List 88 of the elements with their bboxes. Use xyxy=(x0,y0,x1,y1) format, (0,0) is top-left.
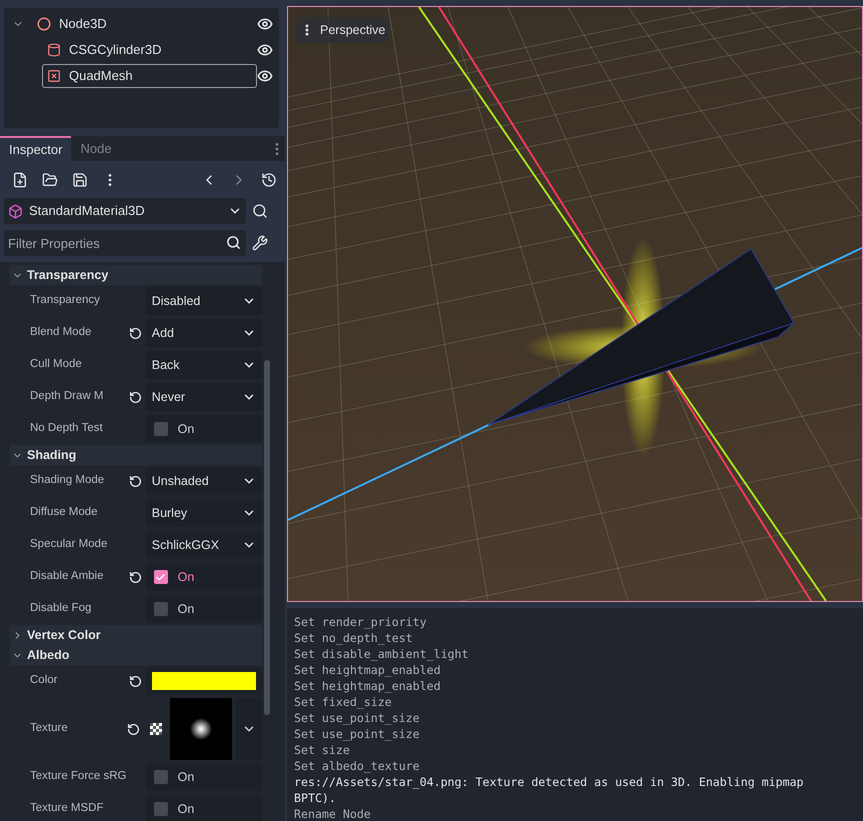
property-label: Texture MSDF xyxy=(30,801,104,816)
console-line: Set no_depth_test xyxy=(294,630,413,646)
save-icon[interactable] xyxy=(72,172,88,188)
property-label: Depth Draw M xyxy=(30,389,104,404)
console-line: Set disable_ambient_light xyxy=(294,646,469,662)
color-swatch[interactable] xyxy=(152,672,256,690)
scrollbar-thumb[interactable] xyxy=(264,360,270,715)
cylinder-icon xyxy=(46,43,61,57)
dropdown[interactable]: Disabled xyxy=(146,287,262,315)
node-name: QuadMesh xyxy=(68,67,133,86)
property-label: Shading Mode xyxy=(30,473,106,488)
node-name: CSGCylinder3D xyxy=(68,41,162,60)
revert-icon[interactable] xyxy=(128,474,142,488)
checkbox-label: On xyxy=(178,768,194,786)
console-line: Set fixed_size xyxy=(294,694,392,710)
property-label: Color xyxy=(30,673,58,688)
checkbox[interactable] xyxy=(154,570,168,584)
star-texture-preview[interactable] xyxy=(170,698,232,760)
tree-item[interactable]: QuadMesh xyxy=(42,64,258,88)
resource-dropdown[interactable]: StandardMaterial3D xyxy=(4,198,246,224)
circle-icon xyxy=(37,17,51,31)
console-line: Set use_point_size xyxy=(294,710,420,726)
console-line: Set render_priority xyxy=(294,614,427,630)
console-line: Set heightmap_enabled xyxy=(294,678,441,694)
console-line: res://Assets/star_04.png: Texture detected as used in 3D. Enabling mipmap xyxy=(294,774,804,790)
revert-icon[interactable] xyxy=(128,326,142,340)
checker-icon xyxy=(150,723,162,735)
checkbox-label: On xyxy=(178,420,194,438)
section-title: Vertex Color xyxy=(27,626,101,644)
property-label: Texture Force sRG xyxy=(30,769,127,784)
crossed-square-icon xyxy=(46,69,61,83)
checkbox[interactable] xyxy=(154,422,168,436)
revert-icon[interactable] xyxy=(128,390,142,404)
section-header[interactable]: Shading xyxy=(10,445,262,465)
console-line: Rename Node xyxy=(294,806,371,821)
console-line: Set size xyxy=(294,742,350,758)
dropdown[interactable]: Burley xyxy=(146,499,262,527)
filter-field[interactable]: Filter Properties xyxy=(4,230,246,256)
property-label: Disable Fog xyxy=(30,601,92,616)
revert-icon[interactable] xyxy=(128,570,142,584)
new-file-icon[interactable] xyxy=(12,172,28,188)
eye-icon[interactable] xyxy=(257,42,273,58)
console-line: Set albedo_texture xyxy=(294,758,420,774)
panel-tab[interactable]: Node xyxy=(71,136,121,161)
property-label: Blend Mode xyxy=(30,325,92,340)
section-title: Transparency xyxy=(27,266,108,284)
revert-icon[interactable] xyxy=(128,674,142,688)
property-label: Cull Mode xyxy=(30,357,83,372)
section-header[interactable]: Vertex Color xyxy=(10,625,262,645)
tree-item[interactable]: CSGCylinder3D xyxy=(42,38,258,62)
tools-icon[interactable] xyxy=(252,235,268,251)
cube-icon xyxy=(8,204,23,218)
dropdown[interactable]: Add xyxy=(146,319,262,347)
console-line: Set use_point_size xyxy=(294,726,420,742)
revert-icon[interactable] xyxy=(127,722,140,736)
dropdown[interactable]: Unshaded xyxy=(146,467,262,495)
check-icon xyxy=(155,572,166,582)
doc-search-icon[interactable] xyxy=(252,203,268,219)
dropdown[interactable]: SchlickGGX xyxy=(146,531,262,559)
section-header[interactable]: Transparency xyxy=(10,265,262,285)
tree-item[interactable]: Node3D xyxy=(32,12,248,36)
property-label: Specular Mode xyxy=(30,537,108,552)
panel-tab[interactable]: Inspector xyxy=(0,136,72,161)
checkbox[interactable] xyxy=(154,770,168,784)
property-label: Transparency xyxy=(30,293,101,308)
eye-icon[interactable] xyxy=(257,16,273,32)
property-label: No Depth Test xyxy=(30,421,104,436)
checkbox[interactable] xyxy=(154,602,168,616)
folder-icon[interactable] xyxy=(42,172,58,188)
section-title: Shading xyxy=(27,446,76,464)
section-header[interactable]: Albedo xyxy=(10,645,262,665)
dropdown[interactable]: Back xyxy=(146,351,262,379)
checkbox-label: On xyxy=(178,568,194,586)
section-title: Albedo xyxy=(27,646,70,664)
checkbox-label: On xyxy=(178,800,194,818)
checkbox[interactable] xyxy=(154,802,168,816)
eye-icon[interactable] xyxy=(257,68,273,84)
console-line: Set heightmap_enabled xyxy=(294,662,441,678)
history-icon[interactable] xyxy=(261,172,277,188)
property-label: Diffuse Mode xyxy=(30,505,99,520)
view-menu-button[interactable]: Perspective xyxy=(296,17,390,43)
search-icon xyxy=(226,235,241,250)
checkbox-label: On xyxy=(178,600,194,618)
dropdown[interactable]: Never xyxy=(146,383,262,411)
console-line: BPTC). xyxy=(294,790,336,806)
property-label: Disable Ambie xyxy=(30,569,105,584)
property-label: Texture xyxy=(30,721,69,736)
node-name: Node3D xyxy=(59,15,107,34)
